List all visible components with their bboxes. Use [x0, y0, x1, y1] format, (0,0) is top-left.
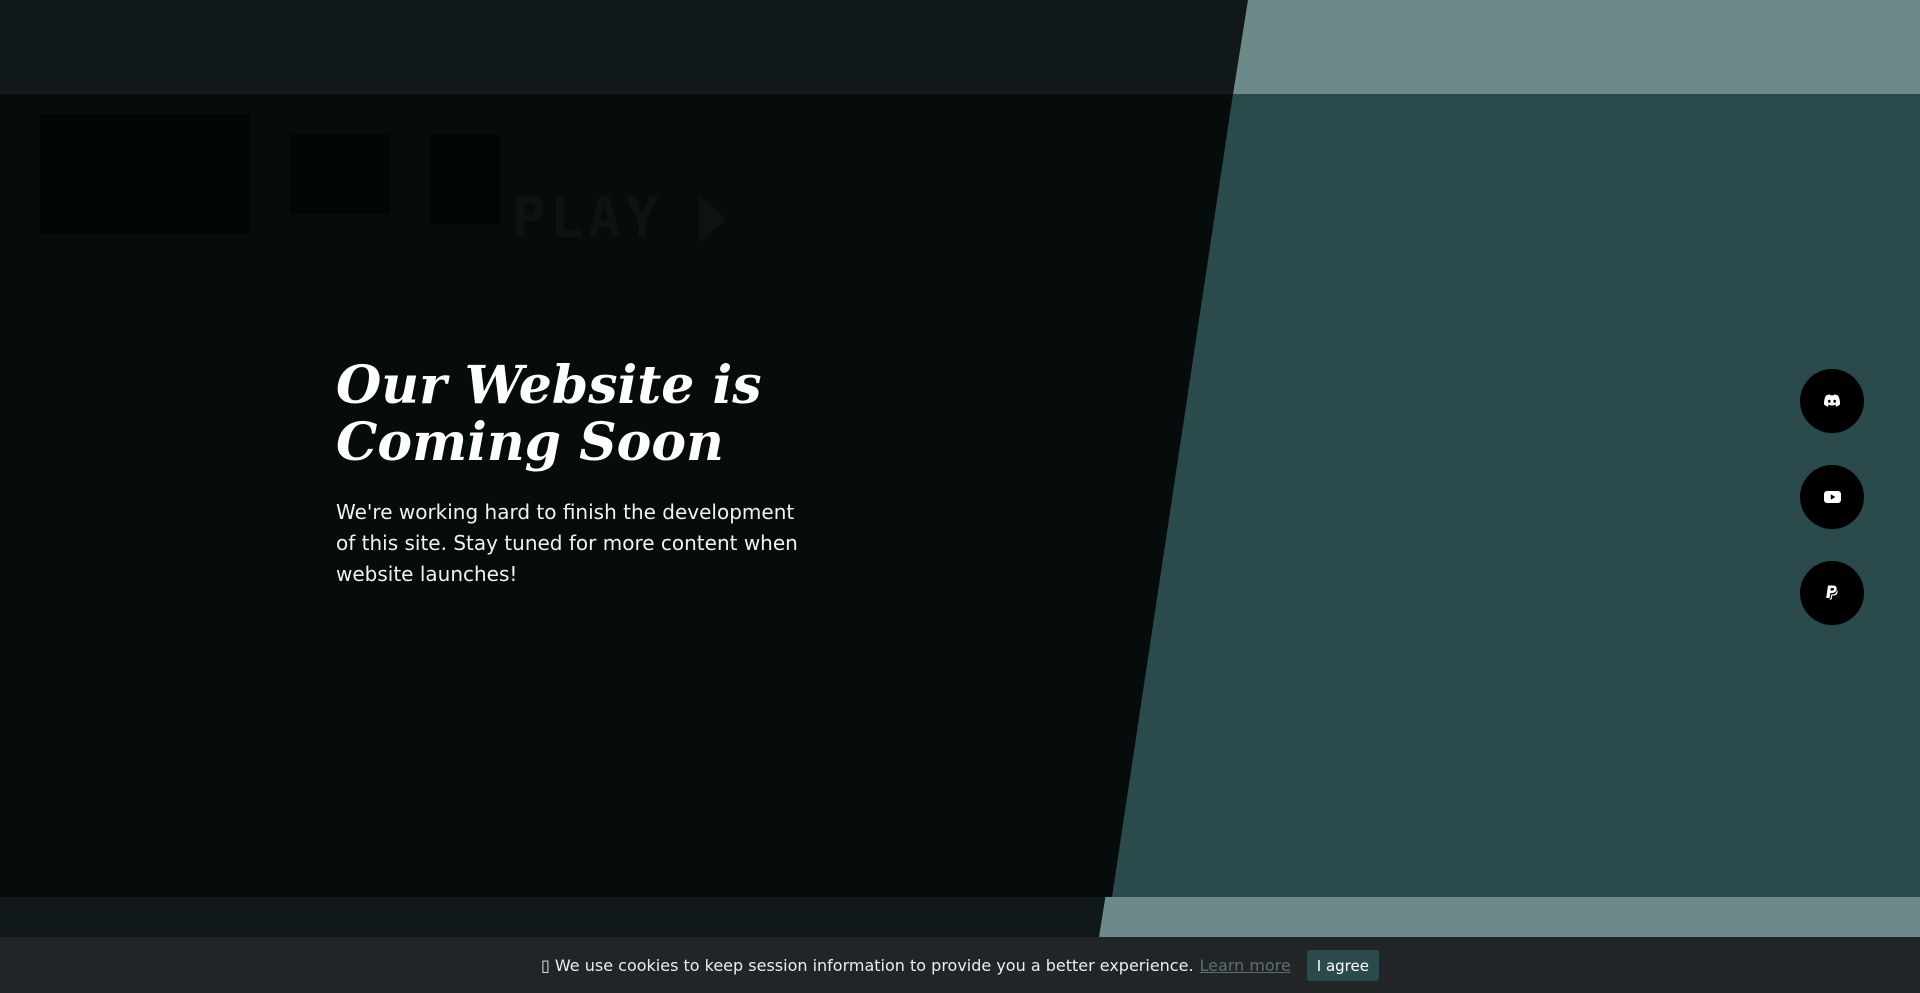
title-line-1: Our Website is: [336, 355, 762, 416]
hero-description: We're working hard to finish the develop…: [336, 500, 798, 586]
cookie-icon: ▯: [541, 955, 550, 975]
background-play-text: PLAY: [512, 186, 663, 251]
cookie-banner: ▯ We use cookies to keep session informa…: [0, 937, 1920, 993]
paypal-button[interactable]: [1800, 561, 1864, 625]
page-title: Our Website is Coming Soon: [336, 357, 836, 471]
discord-button[interactable]: [1800, 369, 1864, 433]
cookie-message-text: We use cookies to keep session informati…: [554, 955, 1194, 975]
cookie-message: ▯ We use cookies to keep session informa…: [541, 956, 1194, 975]
background-play-logo: PLAY: [512, 186, 727, 251]
agree-button[interactable]: I agree: [1306, 949, 1379, 981]
learn-more-link[interactable]: Learn more: [1200, 956, 1291, 975]
youtube-icon: [1823, 491, 1841, 503]
ghost-pixel-art: [40, 114, 250, 234]
hero-section: PLAY Our Website is Coming Soon We're wo…: [0, 94, 1920, 897]
discord-icon: [1823, 394, 1841, 407]
youtube-button[interactable]: [1800, 465, 1864, 529]
teal-diagonal-panel: [1112, 94, 1920, 897]
hero-content: Our Website is Coming Soon We're working…: [336, 357, 836, 590]
play-triangle-icon: [698, 194, 727, 243]
paypal-icon: [1826, 585, 1838, 600]
title-line-2: Coming Soon: [336, 412, 724, 473]
ghost-pixel-art: [290, 134, 390, 214]
ghost-pixel-art: [430, 134, 500, 224]
